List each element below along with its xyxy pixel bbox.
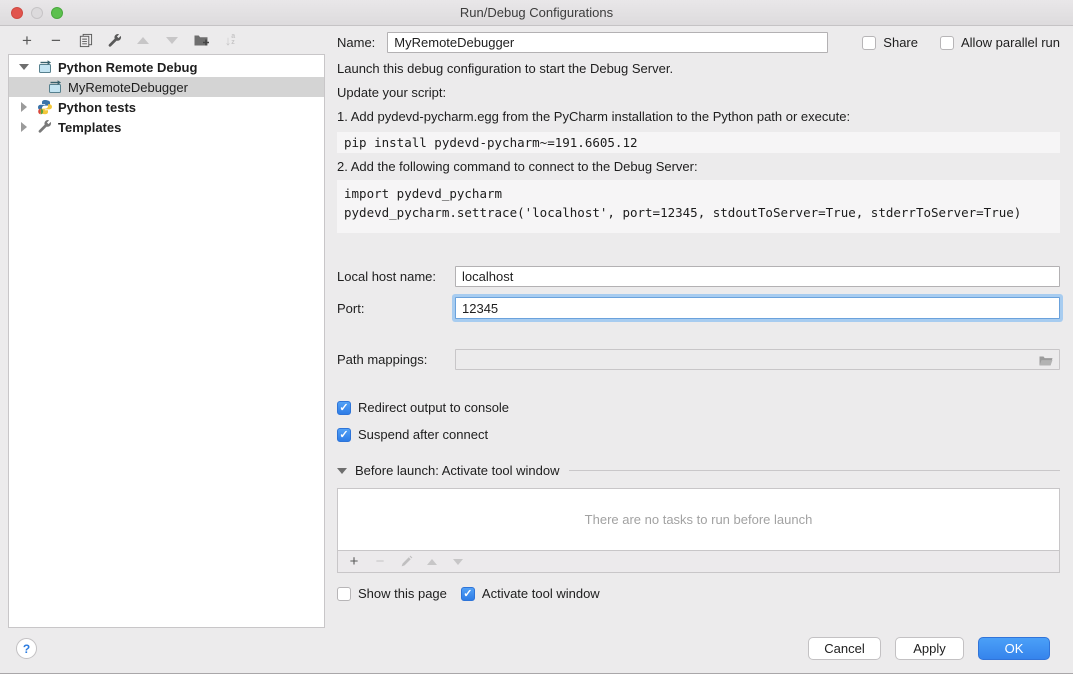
add-task-icon[interactable]: + <box>346 554 362 570</box>
tree-item-myremotedebugger[interactable]: MyRemoteDebugger <box>9 77 324 97</box>
settrace-code: import pydevd_pycharm pydevd_pycharm.set… <box>337 180 1060 233</box>
add-configuration-icon[interactable]: + <box>17 30 37 50</box>
allow-parallel-run-checkbox[interactable]: Allow parallel run <box>940 35 1060 50</box>
checkbox-box <box>461 587 475 601</box>
move-task-up-icon[interactable] <box>424 554 440 570</box>
new-folder-icon[interactable] <box>191 30 211 50</box>
copy-configuration-icon[interactable] <box>75 30 95 50</box>
move-up-icon[interactable] <box>133 30 153 50</box>
tree-item-label: MyRemoteDebugger <box>68 80 188 95</box>
suspend-after-connect-label: Suspend after connect <box>358 427 488 442</box>
before-launch-task-list[interactable]: There are no tasks to run before launch <box>337 488 1060 551</box>
dialog-footer: ? Cancel Apply OK <box>0 628 1073 673</box>
sort-configurations-icon[interactable]: ↓az <box>220 30 240 50</box>
remove-configuration-icon[interactable]: − <box>46 30 66 50</box>
local-host-name-input[interactable] <box>455 266 1060 287</box>
collapse-icon[interactable] <box>337 468 347 474</box>
window-title: Run/Debug Configurations <box>460 5 613 20</box>
checkbox-box <box>337 401 351 415</box>
tree-item-templates[interactable]: Templates <box>9 117 324 137</box>
local-host-name-label: Local host name: <box>337 269 455 284</box>
configuration-editor: Name: Share Allow parallel run Launch th… <box>325 26 1073 628</box>
show-this-page-label: Show this page <box>358 586 447 601</box>
tree-item-label: Templates <box>58 120 121 135</box>
suspend-after-connect-checkbox[interactable]: Suspend after connect <box>337 427 1060 442</box>
expand-icon[interactable] <box>19 102 29 112</box>
task-list-toolbar: + − <box>337 551 1060 573</box>
configurations-sidebar: + − ↓az <box>0 26 325 628</box>
help-button[interactable]: ? <box>16 638 37 659</box>
intro-line-1: Launch this debug configuration to start… <box>337 61 1060 77</box>
name-label: Name: <box>337 35 375 50</box>
cancel-button[interactable]: Cancel <box>808 637 881 660</box>
collapse-icon[interactable] <box>19 62 29 72</box>
zoom-window-button[interactable] <box>51 7 63 19</box>
step-2-text: 2. Add the following command to connect … <box>337 159 1060 175</box>
move-down-icon[interactable] <box>162 30 182 50</box>
settrace-code-line-1: import pydevd_pycharm <box>344 184 1053 203</box>
remote-debug-icon <box>47 79 63 95</box>
title-bar[interactable]: Run/Debug Configurations <box>0 0 1073 26</box>
share-checkbox[interactable]: Share <box>862 35 918 50</box>
expand-icon[interactable] <box>19 122 29 132</box>
apply-button[interactable]: Apply <box>895 637 964 660</box>
section-divider <box>569 470 1060 471</box>
checkbox-box <box>862 36 876 50</box>
remove-task-icon[interactable]: − <box>372 554 388 570</box>
run-debug-configurations-dialog: Run/Debug Configurations + − ↓az <box>0 0 1073 674</box>
redirect-output-checkbox[interactable]: Redirect output to console <box>337 400 1060 415</box>
allow-parallel-run-label: Allow parallel run <box>961 35 1060 50</box>
intro-line-2: Update your script: <box>337 85 1060 101</box>
show-this-page-checkbox[interactable]: Show this page <box>337 586 447 601</box>
ok-button[interactable]: OK <box>978 637 1050 660</box>
before-launch-section-header[interactable]: Before launch: Activate tool window <box>337 463 1060 478</box>
help-label: ? <box>23 642 30 656</box>
settrace-code-line-2: pydevd_pycharm.settrace('localhost', por… <box>344 203 1053 222</box>
edit-task-icon[interactable] <box>398 554 414 570</box>
traffic-lights <box>11 0 63 25</box>
port-label: Port: <box>337 301 455 316</box>
minimize-window-button[interactable] <box>31 7 43 19</box>
before-launch-label: Before launch: Activate tool window <box>355 463 560 478</box>
name-input[interactable] <box>387 32 828 53</box>
configurations-tree: Python Remote Debug MyRemoteDebugger <box>8 54 325 628</box>
step-1-text: 1. Add pydevd-pycharm.egg from the PyCha… <box>337 109 1060 125</box>
move-task-down-icon[interactable] <box>450 554 466 570</box>
checkbox-box <box>940 36 954 50</box>
checkbox-box <box>337 587 351 601</box>
browse-folder-icon[interactable] <box>1038 353 1054 367</box>
activate-tool-window-checkbox[interactable]: Activate tool window <box>461 586 600 601</box>
port-input[interactable] <box>455 297 1060 319</box>
tree-item-label: Python tests <box>58 100 136 115</box>
tree-item-python-remote-debug[interactable]: Python Remote Debug <box>9 57 324 77</box>
empty-task-list-text: There are no tasks to run before launch <box>585 512 813 527</box>
path-mappings-field[interactable] <box>455 349 1060 370</box>
tree-item-python-tests[interactable]: Python tests <box>9 97 324 117</box>
wrench-icon <box>37 119 53 135</box>
share-label: Share <box>883 35 918 50</box>
tree-item-label: Python Remote Debug <box>58 60 197 75</box>
activate-tool-window-label: Activate tool window <box>482 586 600 601</box>
redirect-output-label: Redirect output to console <box>358 400 509 415</box>
python-tests-icon <box>37 99 53 115</box>
pip-install-code: pip install pydevd-pycharm~=191.6605.12 <box>337 132 1060 153</box>
checkbox-box <box>337 428 351 442</box>
close-window-button[interactable] <box>11 7 23 19</box>
edit-templates-icon[interactable] <box>104 30 124 50</box>
remote-debug-icon <box>37 59 53 75</box>
path-mappings-label: Path mappings: <box>337 352 455 367</box>
configurations-toolbar: + − ↓az <box>0 26 325 54</box>
